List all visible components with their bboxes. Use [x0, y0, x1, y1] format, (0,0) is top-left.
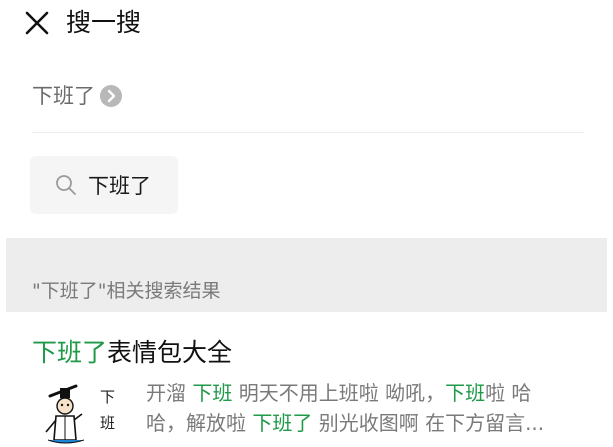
result-thumbnail[interactable]: 下 班 [40, 378, 124, 447]
snippet-text: 开溜 [146, 381, 193, 405]
result-title-rest: 表情包大全 [107, 338, 233, 367]
snippet-line-1: 开溜 下班 明天不用上班啦 呦吼，下班啦 哈 [146, 378, 586, 408]
snippet-text: 啦 哈 [485, 381, 532, 405]
header-bar: 搜一搜 [0, 0, 613, 48]
search-icon [56, 175, 76, 195]
chevron-right-icon [100, 85, 122, 107]
search-suggestion-chip[interactable]: 下班了 [30, 156, 178, 214]
snippet-keyword-highlight: 下班了 [252, 411, 313, 435]
snippet-line-2: 哈，解放啦 下班了 别光收图啊 在下方留言... [146, 408, 586, 438]
snippet-keyword-highlight: 下班 [445, 381, 486, 405]
search-chip-text: 下班了 [88, 174, 151, 198]
result-title[interactable]: 下班了表情包大全 [32, 336, 232, 370]
query-link[interactable]: 下班了 [32, 80, 122, 112]
close-button[interactable] [22, 8, 52, 38]
thumbnail-char-2: 班 [100, 414, 116, 432]
snippet-keyword-highlight: 下班 [192, 381, 233, 405]
related-results-label: "下班了"相关搜索结果 [32, 280, 221, 302]
close-icon [25, 11, 49, 35]
result-title-highlight: 下班了 [32, 338, 108, 367]
result-item[interactable]: 下班了表情包大全 下 班 开溜 下班 明天不用上班啦 呦吼，下班啦 哈 哈，解放… [0, 312, 613, 447]
thumbnail-char-1: 下 [100, 388, 116, 406]
divider [32, 132, 584, 133]
page-title: 搜一搜 [66, 8, 142, 37]
snippet-text: 哈，解放啦 [146, 411, 253, 435]
query-text: 下班了 [32, 84, 95, 108]
snippet-text: 明天不用上班啦 呦吼， [232, 381, 446, 405]
result-snippet: 开溜 下班 明天不用上班啦 呦吼，下班啦 哈 哈，解放啦 下班了 别光收图啊 在… [146, 378, 586, 438]
snippet-text: 别光收图啊 在下方留言... [312, 411, 545, 435]
search-page: 搜一搜 下班了 下班了 "下班了"相关搜索结果 下班了表情包大全 下 班 开溜 … [0, 0, 613, 447]
